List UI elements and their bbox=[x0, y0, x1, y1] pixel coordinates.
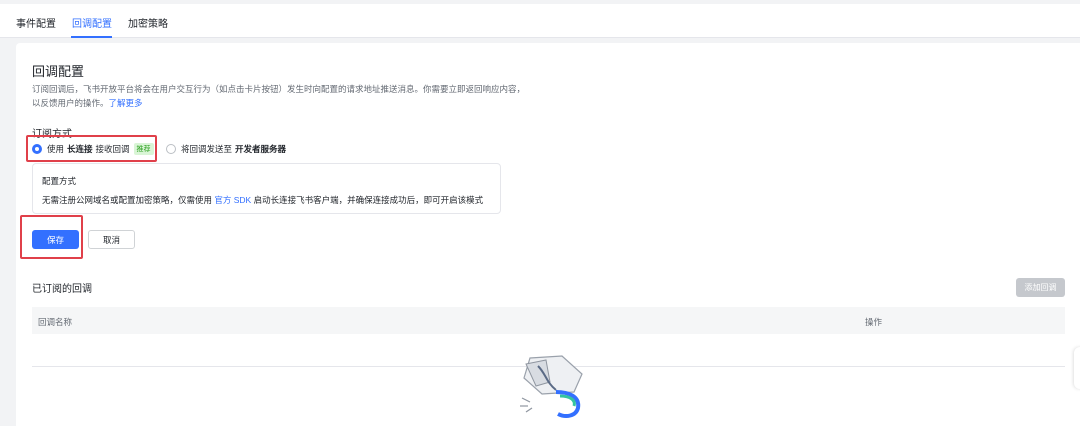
radio-unchecked-icon[interactable] bbox=[166, 144, 176, 154]
cancel-button[interactable]: 取消 bbox=[88, 230, 135, 249]
save-button[interactable]: 保存 bbox=[32, 230, 79, 249]
tab-bar: 事件配置 回调配置 加密策略 bbox=[0, 4, 1080, 38]
side-panel-handle[interactable] bbox=[1074, 347, 1080, 389]
add-callback-button[interactable]: 添加回调 bbox=[1016, 278, 1065, 297]
config-method-text: 无需注册公网域名或配置加密策略，仅需使用 官方 SDK 启动长连接飞书客户端，并… bbox=[42, 194, 483, 206]
tab-event-config[interactable]: 事件配置 bbox=[16, 15, 56, 30]
config-method-title: 配置方式 bbox=[42, 176, 77, 186]
active-tab-indicator bbox=[71, 36, 112, 38]
config-text-after: 启动长连接飞书客户端，并确保连接成功后，即可开启该模式 bbox=[253, 195, 484, 205]
tab-encryption-policy[interactable]: 加密策略 bbox=[128, 15, 168, 30]
callback-config-card: 回调配置 订阅回调后，飞书开放平台将会在用户交互行为（如点击卡片按钮）发生时向配… bbox=[16, 43, 1080, 426]
option-bold-long-connection: 长连接 bbox=[67, 144, 93, 154]
radio-option-developer-server[interactable]: 将回调发送至 开发者服务器 bbox=[166, 142, 289, 156]
section-description: 订阅回调后，飞书开放平台将会在用户交互行为（如点击卡片按钮）发生时向配置的请求地… bbox=[32, 82, 532, 110]
column-header-actions: 操作 bbox=[865, 317, 883, 327]
tab-callback-config[interactable]: 回调配置 bbox=[72, 15, 112, 30]
config-method-box: 配置方式 无需注册公网域名或配置加密策略，仅需使用 官方 SDK 启动长连接飞书… bbox=[32, 163, 501, 214]
subscribed-callbacks-title: 已订阅的回调 bbox=[32, 284, 92, 295]
option-bold-developer-server: 开发者服务器 bbox=[235, 144, 287, 154]
config-text-before: 无需注册公网域名或配置加密策略，仅需使用 bbox=[42, 195, 213, 205]
official-sdk-link[interactable]: 官方 SDK bbox=[214, 195, 251, 205]
subscription-method-label: 订阅方式 bbox=[32, 129, 72, 140]
description-text: 订阅回调后，飞书开放平台将会在用户交互行为（如点击卡片按钮）发生时向配置的请求地… bbox=[32, 84, 526, 108]
section-title: 回调配置 bbox=[32, 64, 85, 79]
learn-more-link[interactable]: 了解更多 bbox=[109, 98, 143, 108]
option-suffix: 接收回调 bbox=[95, 144, 130, 154]
recommended-badge: 推荐 bbox=[133, 143, 154, 155]
option-server-prefix: 将回调发送至 bbox=[181, 144, 233, 154]
empty-state-illustration bbox=[520, 355, 583, 418]
radio-checked-icon[interactable] bbox=[32, 144, 42, 154]
radio-option-long-connection[interactable]: 使用 长连接 接收回调 推荐 bbox=[32, 142, 154, 156]
column-header-callback-name: 回调名称 bbox=[38, 317, 73, 327]
table-header: 回调名称 操作 bbox=[32, 307, 1065, 334]
option-prefix: 使用 bbox=[47, 144, 65, 154]
